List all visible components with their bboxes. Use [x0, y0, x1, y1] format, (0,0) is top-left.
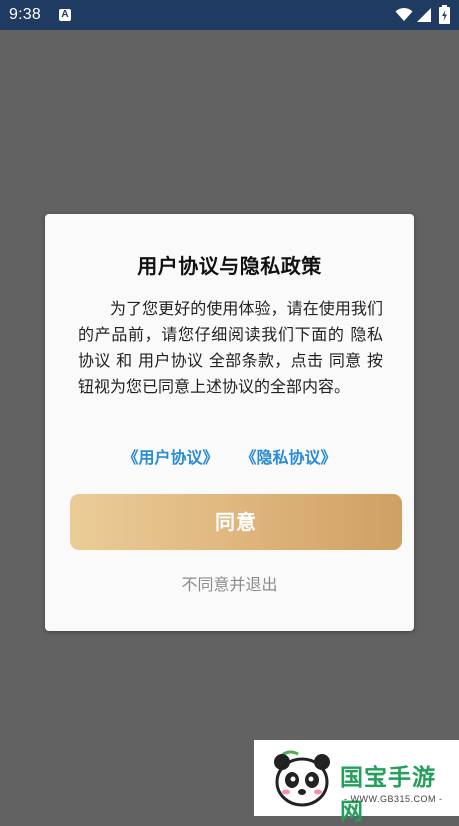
site-watermark: 国宝手游网 - WWW.GB315.COM - — [254, 740, 459, 825]
privacy-agreement-link[interactable]: 《隐私协议》 — [241, 448, 337, 467]
dialog-body-text: 为了您更好的使用体验，请在使用我们的产品前，请您仔细阅读我们下面的 隐私协议 和… — [78, 299, 383, 396]
status-bar: 9:38 A — [0, 0, 459, 30]
signal-icon — [417, 8, 431, 22]
wifi-icon — [395, 7, 413, 21]
battery-icon — [439, 5, 450, 24]
user-agreement-link[interactable]: 《用户协议》 — [122, 448, 218, 467]
agree-button[interactable]: 同意 — [70, 494, 402, 550]
notification-a-icon: A — [59, 9, 71, 21]
agreement-links: 《用户协议》 《隐私协议》 — [45, 444, 414, 468]
status-time: 9:38 — [9, 6, 41, 23]
panda-logo-icon — [274, 750, 330, 807]
decline-exit-button[interactable]: 不同意并退出 — [45, 571, 414, 595]
watermark-url: - WWW.GB315.COM - — [344, 794, 443, 804]
dialog-title: 用户协议与隐私政策 — [137, 254, 322, 278]
privacy-dialog: 用户协议与隐私政策 为了您更好的使用体验，请在使用我们的产品前，请您仔细阅读我们… — [45, 214, 414, 631]
